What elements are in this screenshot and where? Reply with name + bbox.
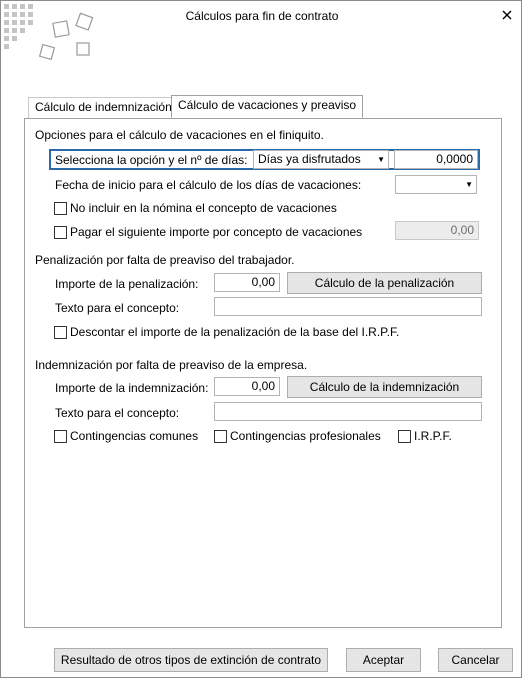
- dialog-window: Cálculos para fin de contrato Cálculo de…: [0, 0, 522, 678]
- contingencias-comunes-checkbox[interactable]: [54, 430, 67, 443]
- window-title: Cálculos para fin de contrato: [185, 9, 339, 23]
- days-input[interactable]: 0,0000: [394, 150, 478, 169]
- penalizacion-importe-label: Importe de la penalización:: [55, 277, 199, 291]
- no-incluir-label: No incluir en la nómina el concepto de v…: [70, 201, 337, 215]
- contingencias-profesionales-label: Contingencias profesionales: [230, 429, 381, 443]
- contingencias-profesionales-checkbox[interactable]: [214, 430, 227, 443]
- tab-calculo-indemnizacion[interactable]: Cálculo de indemnización: [28, 97, 179, 118]
- descontar-label: Descontar el importe de la penalización …: [70, 325, 400, 339]
- contingencias-comunes-label: Contingencias comunes: [70, 429, 199, 443]
- option-label: Selecciona la opción y el nº de días:: [55, 153, 248, 167]
- option-select[interactable]: Días ya disfrutados ▼: [253, 150, 389, 169]
- close-button[interactable]: [497, 5, 517, 25]
- vacaciones-heading: Opciones para el cálculo de vacaciones e…: [35, 128, 324, 142]
- tab-panel: [24, 118, 502, 628]
- chevron-down-icon: ▼: [377, 155, 385, 164]
- penalizacion-importe-input[interactable]: 0,00: [214, 273, 280, 292]
- start-date-label: Fecha de inicio para el cálculo de los d…: [55, 178, 362, 192]
- descontar-checkbox[interactable]: [54, 326, 67, 339]
- penalizacion-texto-input[interactable]: [214, 297, 482, 316]
- indemnizacion-texto-input[interactable]: [214, 402, 482, 421]
- penalizacion-heading: Penalización por falta de preaviso del t…: [35, 253, 295, 267]
- irpf-label: I.R.P.F.: [414, 429, 452, 443]
- option-select-value: Días ya disfrutados: [258, 152, 361, 166]
- chevron-down-icon: ▼: [465, 180, 473, 189]
- indemnizacion-heading: Indemnización por falta de preaviso de l…: [35, 358, 308, 372]
- aceptar-button[interactable]: Aceptar: [346, 648, 421, 672]
- calculo-penalizacion-button[interactable]: Cálculo de la penalización: [287, 272, 482, 294]
- indemnizacion-texto-label: Texto para el concepto:: [55, 406, 180, 420]
- calculo-indemnizacion-button[interactable]: Cálculo de la indemnización: [287, 376, 482, 398]
- close-icon: [502, 10, 512, 20]
- tab-calculo-vacaciones[interactable]: Cálculo de vacaciones y preaviso: [171, 95, 364, 118]
- otros-tipos-extincion-button[interactable]: Resultado de otros tipos de extinción de…: [54, 648, 328, 672]
- pagar-label: Pagar el siguiente importe por concepto …: [70, 225, 363, 239]
- start-date-select[interactable]: ▼: [395, 175, 477, 194]
- penalizacion-texto-label: Texto para el concepto:: [55, 301, 180, 315]
- indemnizacion-importe-label: Importe de la indemnización:: [55, 381, 209, 395]
- indemnizacion-importe-input[interactable]: 0,00: [214, 377, 280, 396]
- pagar-input: 0,00: [395, 221, 479, 240]
- irpf-checkbox[interactable]: [398, 430, 411, 443]
- cancelar-button[interactable]: Cancelar: [438, 648, 513, 672]
- no-incluir-checkbox[interactable]: [54, 202, 67, 215]
- pagar-checkbox[interactable]: [54, 226, 67, 239]
